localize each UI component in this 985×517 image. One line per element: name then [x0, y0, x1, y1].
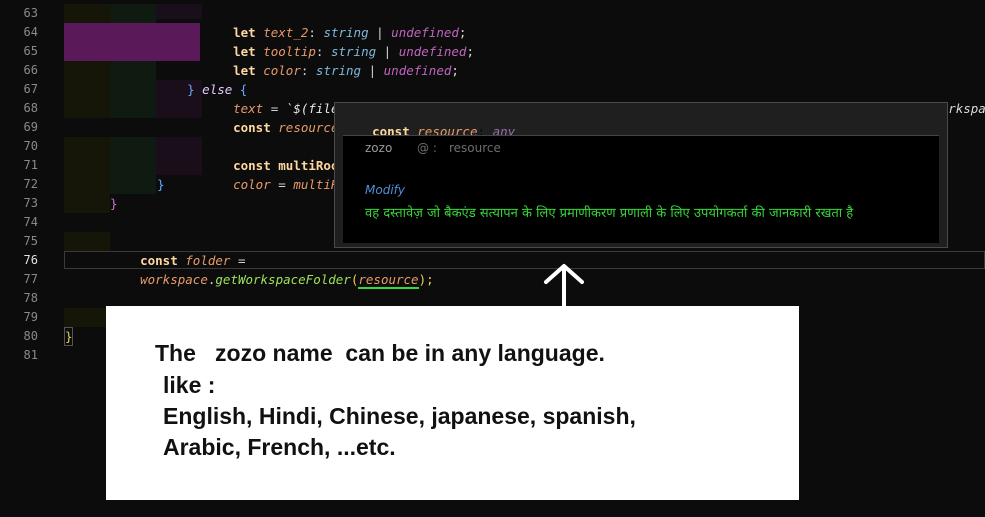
line-number: 64 [23, 25, 38, 39]
indent-band [110, 137, 156, 175]
code-line-72: } [157, 177, 165, 192]
indent-band [64, 308, 110, 327]
code-line-67: text = `$(file-submodule) ${basename(fol… [233, 101, 985, 116]
note-line: The zozo name can be in any language. [155, 340, 605, 366]
indent-band [110, 61, 156, 80]
note-line: Arabic, French, ...etc. [163, 434, 396, 460]
code-line-63: let text_2: string | undefined; [233, 25, 467, 40]
identifier: workspace [140, 272, 208, 287]
identifier: color [263, 63, 301, 78]
indent-band [156, 137, 202, 175]
line-number: 80 [23, 329, 38, 343]
line-number: 77 [23, 272, 38, 286]
line-number: 73 [23, 196, 38, 210]
line-number: 81 [23, 348, 38, 362]
indent-band [64, 232, 110, 251]
line-number: 70 [23, 139, 38, 153]
doc-tag-param: resource [449, 141, 501, 155]
line-number: 63 [23, 6, 38, 20]
line-number: 75 [23, 234, 38, 248]
line-number: 69 [23, 120, 38, 134]
code-line-76: workspace.getWorkspaceFolder(resource); [140, 272, 434, 289]
indent-band [110, 175, 156, 194]
line-number: 72 [23, 177, 38, 191]
hover-tooltip[interactable]: const resource: any zozo @ : resource Mo… [334, 102, 948, 248]
type-name: undefined [383, 63, 452, 78]
indent-band [64, 61, 110, 80]
note-line: English, Hindi, Chinese, japanese, spani… [163, 403, 636, 429]
indent-band [64, 80, 110, 118]
doc-modify-label: Modify [365, 183, 405, 197]
line-number-active: 76 [23, 253, 38, 267]
highlight-band [64, 23, 200, 61]
indent-band [64, 137, 110, 175]
type-name: string [315, 63, 362, 78]
keyword: const [233, 120, 271, 135]
indent-band [64, 194, 110, 213]
indent-band [156, 4, 202, 19]
code-line-75: const folder = [140, 253, 246, 268]
indent-band [110, 80, 156, 118]
doc-description: वह दस्तावेज़ जो बैकएंड सत्यापन के लिए प्… [365, 206, 854, 221]
code-line-73: } [110, 196, 118, 211]
line-number: 78 [23, 291, 38, 305]
line-number-gutter: 63 64 65 66 67 68 69 70 71 72 73 74 75 7… [0, 0, 62, 517]
line-number: 79 [23, 310, 38, 324]
line-number: 68 [23, 101, 38, 115]
identifier: color [233, 177, 271, 192]
up-arrow-icon [544, 264, 584, 312]
note-line: like : [163, 372, 216, 398]
doc-tag-separator: @ : [417, 141, 437, 155]
line-number: 66 [23, 63, 38, 77]
hover-documentation: zozo @ : resource Modify वह दस्तावेज़ जो… [343, 135, 939, 243]
code-line-68: const resource_2 [203, 99, 353, 135]
code-line-66: } else { [187, 82, 248, 97]
line-number: 74 [23, 215, 38, 229]
function-name: getWorkspaceFolder [215, 272, 351, 287]
argument-under-cursor[interactable]: resource [358, 272, 419, 289]
doc-tag-name: zozo [365, 141, 393, 155]
line-number: 65 [23, 44, 38, 58]
code-line-64: let tooltip: string | undefined; [233, 44, 474, 59]
code-line-80: } [64, 327, 73, 346]
code-line-65: let color: string | undefined; [233, 63, 459, 78]
annotation-note: The zozo name can be in any language. li… [106, 306, 799, 500]
line-number: 71 [23, 158, 38, 172]
line-number: 67 [23, 82, 38, 96]
indent-band [64, 175, 110, 194]
